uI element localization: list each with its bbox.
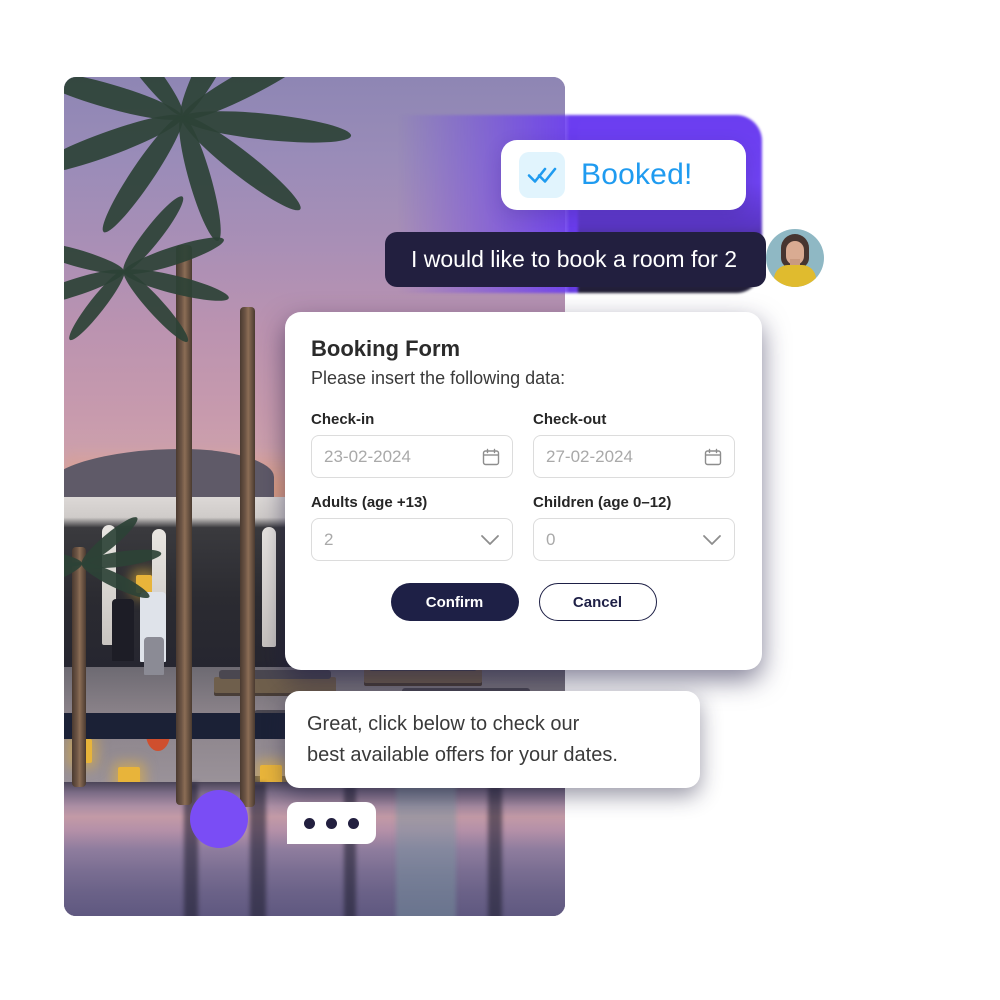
closed-umbrella [262, 527, 276, 647]
user-message-text: I would like to book a room for 2 [411, 246, 737, 272]
page-title: Booking Form [311, 336, 461, 361]
palm-trunk [72, 547, 86, 787]
calendar-icon[interactable] [704, 448, 722, 466]
adults-field: Adults (age +13) 2 [311, 494, 513, 561]
water-reflection [488, 783, 502, 916]
adults-value: 2 [324, 529, 334, 549]
calendar-icon[interactable] [482, 448, 500, 466]
screenshot-stage: Booked! I would like to book a room for … [0, 0, 1000, 1000]
bot-message-bubble: Great, click below to check our best ava… [285, 691, 700, 788]
children-label: Children (age 0–12) [533, 494, 672, 511]
typing-dot [326, 817, 337, 829]
chevron-down-icon[interactable] [480, 534, 500, 546]
check-out-value: 27-02-2024 [546, 446, 633, 466]
booked-status-bubble: Booked! [501, 140, 746, 210]
check-out-field: Check-out 27-02-2024 [533, 411, 735, 478]
double-check-icon [519, 152, 565, 198]
avatar-shirt [774, 265, 816, 287]
water-reflection [396, 783, 456, 916]
chevron-down-icon[interactable] [702, 534, 722, 546]
lounge-chair [364, 662, 482, 683]
children-field: Children (age 0–12) 0 [533, 494, 735, 561]
dates-row: Check-in 23-02-2024 Check-out 27-02-2024 [311, 411, 736, 478]
user-message-bubble: I would like to book a room for 2 [385, 232, 766, 287]
booked-label: Booked! [581, 158, 693, 191]
violet-circle-decoration [190, 790, 248, 848]
check-in-value: 23-02-2024 [324, 446, 411, 466]
form-subtitle: Please insert the following data: [311, 368, 566, 388]
check-in-input[interactable]: 23-02-2024 [311, 435, 513, 478]
check-in-field: Check-in 23-02-2024 [311, 411, 513, 478]
adults-label: Adults (age +13) [311, 494, 428, 511]
cancel-button[interactable]: Cancel [538, 583, 657, 621]
guest-figure [144, 637, 164, 675]
adults-select[interactable]: 2 [311, 518, 513, 561]
avatar [766, 229, 824, 287]
booking-form-card: Booking Form Please insert the following… [285, 312, 762, 670]
bot-message-line-2: best available offers for your dates. [307, 744, 618, 766]
typing-dot [304, 817, 315, 829]
check-out-input[interactable]: 27-02-2024 [533, 435, 735, 478]
typing-indicator [287, 802, 376, 844]
typing-dot [348, 817, 359, 829]
guests-row: Adults (age +13) 2 Children (age 0–12) 0 [311, 494, 736, 561]
guest-figure [112, 599, 134, 661]
children-value: 0 [546, 529, 556, 549]
children-select[interactable]: 0 [533, 518, 735, 561]
palm-trunk [240, 307, 255, 807]
bot-message-line-1: Great, click below to check our [307, 713, 580, 735]
confirm-button[interactable]: Confirm [390, 583, 519, 621]
form-actions: Confirm Cancel [311, 583, 736, 621]
check-in-label: Check-in [311, 411, 375, 428]
check-out-label: Check-out [533, 411, 607, 428]
